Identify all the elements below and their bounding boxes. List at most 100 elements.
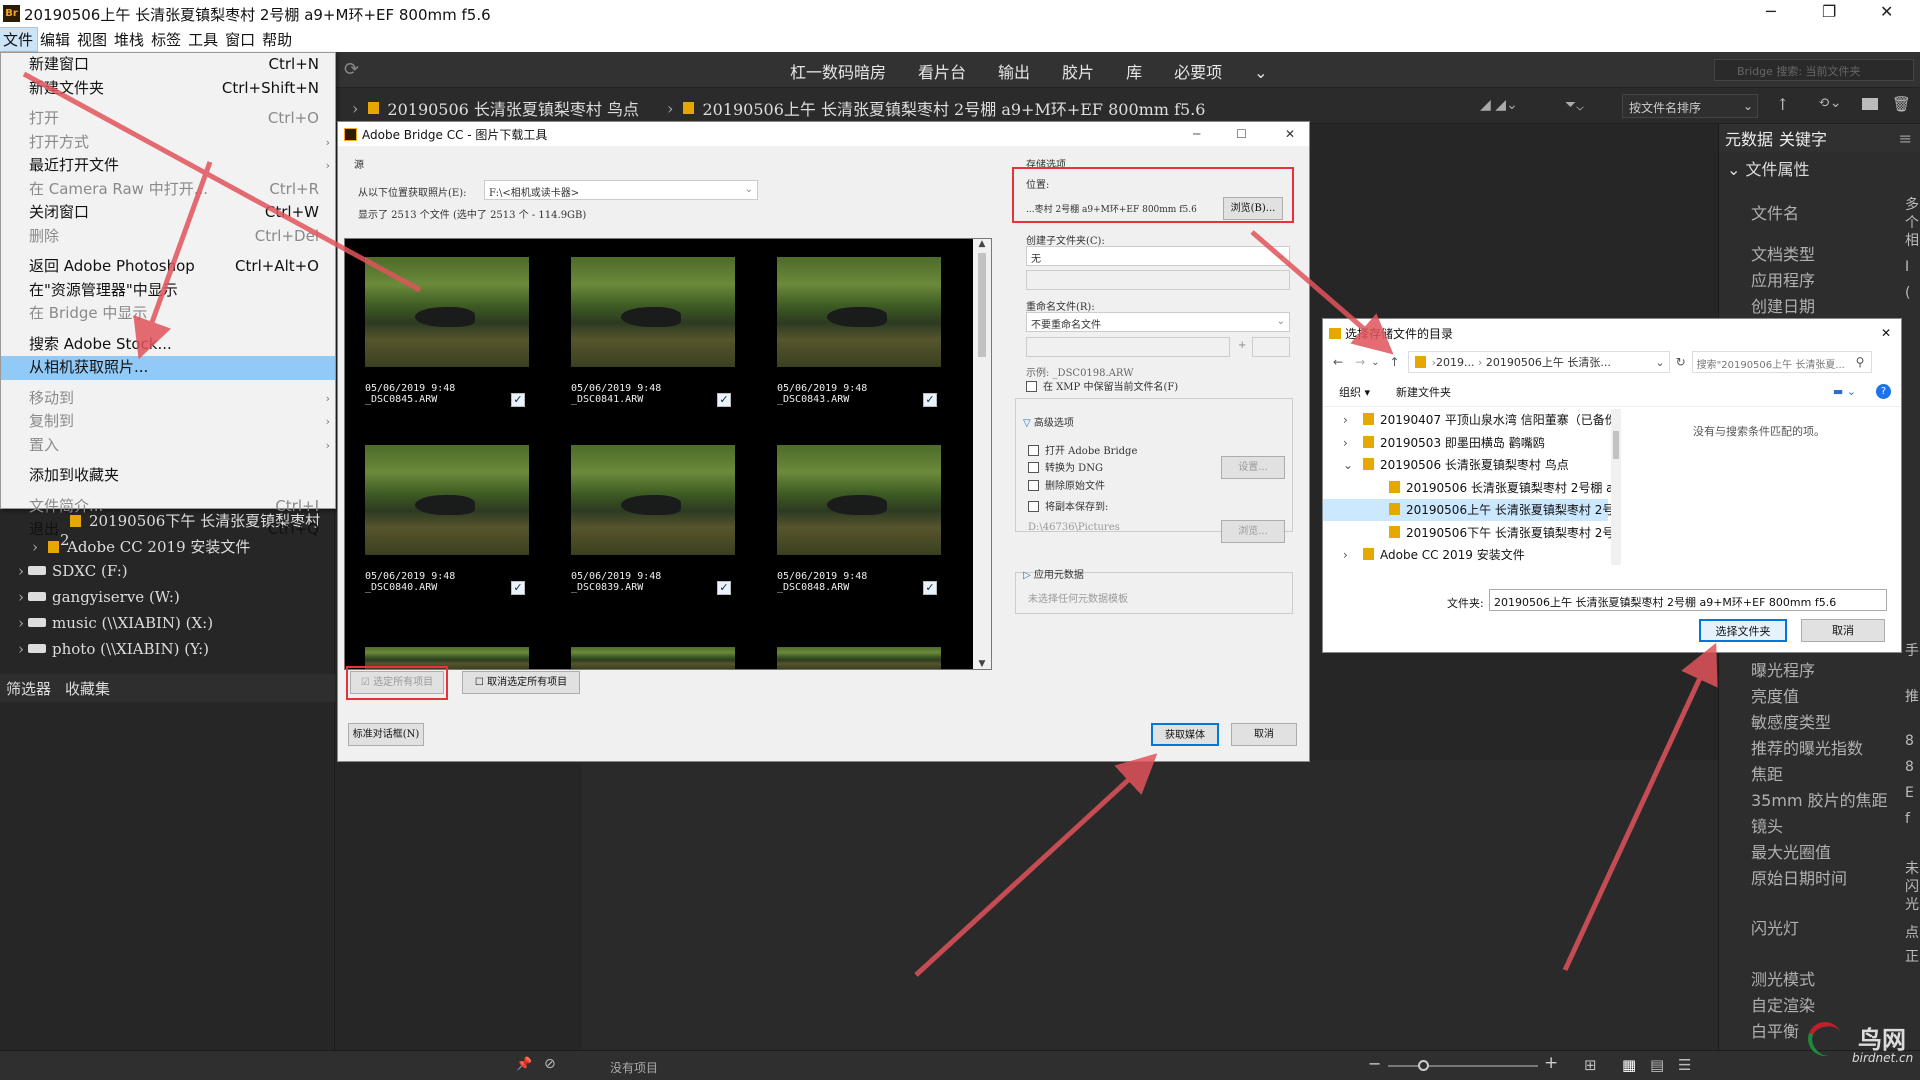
file-menu-item[interactable]: 关闭窗口 Ctrl+W [1, 201, 335, 225]
tree-item[interactable]: › SDXC (F:) [18, 562, 128, 588]
browse-copy-button[interactable]: 浏览... [1221, 520, 1285, 543]
checkbox[interactable] [1028, 480, 1039, 491]
save-copy-checkbox[interactable]: 将副本保存到: [1028, 498, 1108, 513]
help-icon[interactable]: ? [1876, 384, 1891, 399]
refresh-icon[interactable]: ⟳ [344, 59, 359, 80]
thumbnail[interactable] [365, 445, 529, 555]
rename-text-field[interactable] [1026, 337, 1230, 357]
workspace-tab[interactable]: 必要项 [1174, 63, 1222, 82]
sort-direction-icon[interactable]: ↑ [1776, 95, 1789, 114]
thumbnail-checkbox[interactable]: ✓ [923, 581, 937, 595]
menu-label[interactable]: 标签 [148, 28, 185, 51]
breadcrumb-item[interactable]: 20190506上午 长清张夏镇梨枣村 2号棚 a9+M环+EF 800mm f… [702, 96, 1205, 120]
standard-dialog-button[interactable]: 标准对话框(N) [348, 723, 424, 746]
thumbnail-view-icon[interactable]: ▦ [1622, 1056, 1636, 1074]
thumbnail-checkbox[interactable]: ✓ [923, 393, 937, 407]
source-select[interactable]: F:\<相机或读卡器> ⌄ [484, 180, 758, 200]
checkbox[interactable] [1028, 462, 1039, 473]
file-menu-item[interactable]: 打开方式 › [1, 131, 335, 155]
grid-lock-icon[interactable]: ⊞ [1584, 1056, 1597, 1074]
menu-file[interactable]: 文件 [0, 27, 39, 52]
refresh-icon[interactable]: ↻ [1676, 355, 1686, 369]
file-menu-item[interactable]: 新建文件夹 Ctrl+Shift+N [1, 77, 335, 101]
subfolder-select[interactable]: 无 ⌄ [1026, 246, 1290, 266]
quality-icon[interactable]: ◢ ◢⌄ [1480, 97, 1518, 113]
file-menu-item[interactable]: 返回 Adobe Photoshop Ctrl+Alt+O [1, 255, 335, 279]
settings-button[interactable]: 设置... [1221, 456, 1285, 479]
tab-filter[interactable]: 筛选器 [6, 678, 51, 699]
file-menu-item[interactable]: 文件简介... Ctrl+I [1, 495, 335, 519]
grid-scrollbar[interactable]: ▲ ▼ [973, 239, 991, 669]
thumbnail-checkbox[interactable]: ✓ [511, 581, 525, 595]
rename-select[interactable]: 不要重命名文件 ⌄ [1026, 312, 1290, 332]
expander-icon[interactable]: › [1343, 544, 1363, 565]
file-menu-item[interactable]: 复制到 › [1, 410, 335, 434]
rename-number-field[interactable] [1252, 337, 1290, 357]
thumbnail-checkbox[interactable]: ✓ [717, 581, 731, 595]
thumbnail-checkbox[interactable]: ✓ [717, 393, 731, 407]
open-bridge-checkbox[interactable]: 打开 Adobe Bridge [1028, 442, 1137, 457]
details-view-icon[interactable]: ▤ [1650, 1056, 1664, 1074]
workspace-tab[interactable]: 输出 [998, 63, 1030, 82]
thumbnail[interactable] [777, 647, 941, 669]
close-button[interactable]: ✕ [1880, 2, 1893, 21]
scroll-thumb[interactable] [978, 253, 986, 357]
filter-icon[interactable]: ⏷⌄ [1565, 97, 1584, 113]
address-bar[interactable]: › 2019... › 20190506上午 长清张... ⌄ [1407, 351, 1670, 373]
maximize-button[interactable]: ☐ [1236, 127, 1247, 141]
menu-help[interactable]: 帮助 [259, 28, 296, 51]
bridge-search-input[interactable]: Bridge 搜索: 当前文件夹 [1714, 59, 1914, 81]
subfolder-custom-field[interactable] [1026, 270, 1290, 290]
tree-item[interactable]: › gangyiserve (W:) [18, 588, 180, 614]
file-menu-item[interactable]: 删除 Ctrl+Del [1, 225, 335, 249]
thumbnail[interactable] [365, 257, 529, 367]
browse-button[interactable]: 浏览(B)... [1223, 197, 1283, 220]
chevron-down-icon[interactable]: ⌄ [1254, 63, 1267, 82]
file-menu-item[interactable]: 退出 Ctrl+Q [1, 518, 335, 542]
picker-search-input[interactable]: 搜索"20190506上午 长清张夏... [1691, 351, 1872, 373]
chevron-down-icon[interactable]: ⌄ [1371, 357, 1379, 368]
deselect-all-button[interactable]: ☐ 取消选定所有项目 [462, 671, 580, 694]
delete-original-checkbox[interactable]: 删除原始文件 [1028, 477, 1105, 492]
back-icon[interactable]: ← [1333, 355, 1343, 369]
file-menu-item[interactable]: 从相机获取照片... [1, 356, 335, 380]
file-menu-item[interactable]: 置入 › [1, 434, 335, 458]
expander-icon[interactable]: › [1343, 409, 1363, 431]
folder-name-input[interactable]: 20190506上午 长清张夏镇梨枣村 2号棚 a9+M环+EF 800mm f… [1489, 589, 1887, 611]
close-button[interactable]: ✕ [1881, 326, 1891, 340]
keep-name-checkbox[interactable]: 在 XMP 中保留当前文件名(F) [1026, 378, 1178, 393]
menu-tools[interactable]: 工具 [185, 28, 222, 51]
file-menu-item[interactable]: 最近打开文件 › [1, 154, 335, 178]
sort-select[interactable]: 按文件名排序 ⌄ [1622, 94, 1758, 118]
expander-icon[interactable]: › [1343, 432, 1363, 454]
tab-collections[interactable]: 收藏集 [65, 678, 110, 699]
tree-item[interactable]: › music (\\XIABIN) (X:) [18, 614, 213, 640]
forward-icon[interactable]: → [1355, 355, 1365, 369]
tree-item[interactable]: › photo (\\XIABIN) (Y:) [18, 640, 209, 666]
panel-menu-icon[interactable]: ≡ [1899, 129, 1912, 148]
workspace-tab[interactable]: 看片台 [918, 63, 966, 82]
thumbnail[interactable] [571, 445, 735, 555]
up-icon[interactable]: ↑ [1390, 355, 1400, 369]
select-all-button[interactable]: ☑ 选定所有项目 [350, 671, 444, 694]
menu-window[interactable]: 窗口 [222, 28, 259, 51]
minimize-button[interactable]: ─ [1766, 2, 1776, 21]
scroll-thumb[interactable] [1613, 431, 1619, 459]
file-menu-item[interactable]: 添加到收藏夹 [1, 464, 335, 488]
thumbnail-checkbox[interactable]: ✓ [511, 393, 525, 407]
zoom-slider[interactable] [1388, 1065, 1538, 1067]
file-menu-item[interactable]: 新建窗口 Ctrl+N [1, 53, 335, 77]
zoom-out-icon[interactable]: − [1368, 1054, 1381, 1073]
thumbnail[interactable] [777, 257, 941, 367]
recent-icon[interactable]: ⟲⌄ [1818, 95, 1841, 111]
checkbox[interactable] [1026, 381, 1037, 392]
tab-metadata[interactable]: 元数据 [1725, 126, 1773, 150]
checkbox[interactable] [1028, 445, 1039, 456]
file-menu-item[interactable]: 移动到 › [1, 387, 335, 411]
block-icon[interactable]: ⊘ [544, 1056, 556, 1072]
expander-icon[interactable]: ⌄ [1343, 454, 1363, 476]
picker-tree-item[interactable]: › Adobe CC 2019 安装文件 [1323, 544, 1608, 565]
thumbnail[interactable] [571, 647, 735, 669]
file-menu-item[interactable]: 在 Camera Raw 中打开... Ctrl+R [1, 178, 335, 202]
menu-stack[interactable]: 堆栈 [111, 28, 148, 51]
